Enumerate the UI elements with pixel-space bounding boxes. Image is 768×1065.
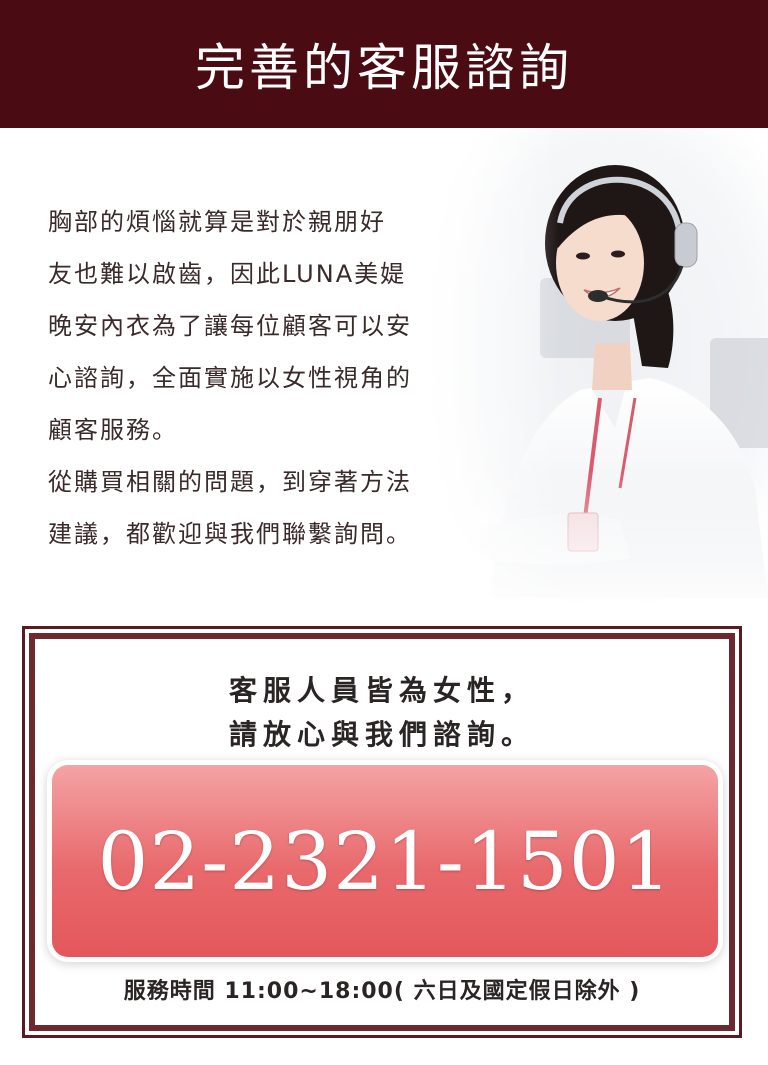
header-banner: 完善的客服諮詢 [0, 0, 768, 128]
contact-box: 客服人員皆為女性， 請放心與我們諮詢。 02-2321-1501 服務時間 11… [22, 626, 742, 1038]
contact-heading-line: 請放心與我們諮詢。 [228, 718, 535, 751]
intro-section: 胸部的煩惱就算是對於親朋好 友也難以啟齒，因此LUNA美媞 晚安內衣為了讓每位顧… [0, 128, 768, 618]
service-hours: 服務時間 11:00~18:00( 六日及國定假日除外 ) [123, 979, 641, 1004]
contact-heading-line: 客服人員皆為女性， [228, 674, 535, 707]
operator-photo [420, 128, 768, 618]
contact-heading: 客服人員皆為女性， 請放心與我們諮詢。 [25, 669, 739, 757]
phone-call-button[interactable]: 02-2321-1501 [52, 765, 718, 957]
phone-number: 02-2321-1501 [97, 814, 673, 908]
page-title: 完善的客服諮詢 [195, 39, 573, 97]
